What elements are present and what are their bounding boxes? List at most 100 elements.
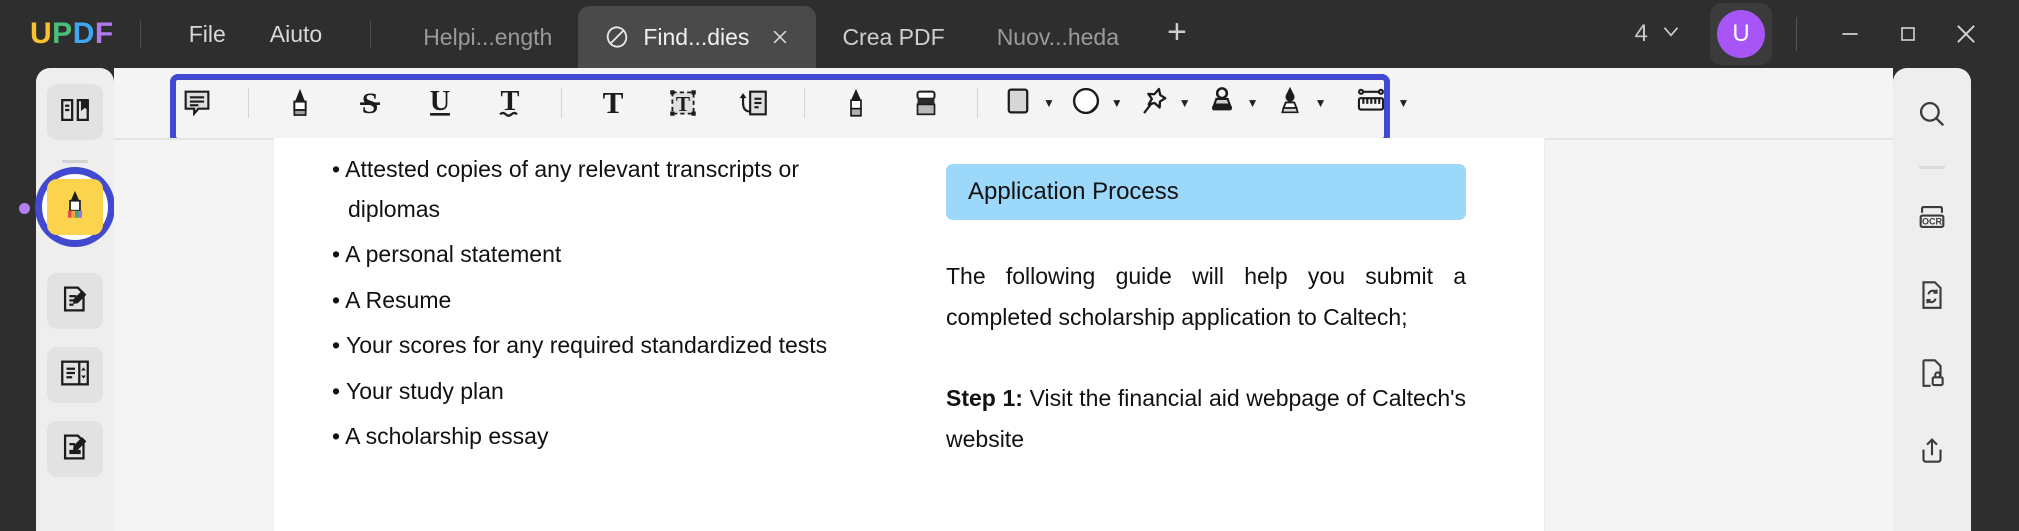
tab-label: Helpi...ength (423, 23, 553, 50)
fountain-pen-icon (1273, 84, 1307, 123)
tab-helping-length[interactable]: Helpi...ength (397, 6, 578, 68)
pin-tool[interactable]: ▼ (1137, 84, 1191, 123)
chevron-down-icon[interactable]: ▼ (1397, 97, 1409, 109)
app-logo[interactable]: U P D F (30, 17, 114, 51)
chevron-down-icon[interactable]: ▼ (1043, 97, 1055, 109)
paragraph: The following guide will help you submit… (946, 263, 1466, 330)
title-bar: U P D F File Aiuto Helpi...ength Find...… (0, 0, 2019, 68)
ocr-button[interactable]: OCR (1904, 191, 1960, 247)
squiggly-tool[interactable]: T (484, 80, 536, 126)
list-item: • Your scores for any required standardi… (332, 332, 828, 359)
sidebar-item-page-tools[interactable] (47, 347, 103, 403)
sidebar-item-comment[interactable] (19, 167, 115, 247)
convert-document-icon (1915, 278, 1949, 317)
signature-tool[interactable]: ▼ (1273, 84, 1327, 123)
sidebar-item-reader[interactable] (47, 84, 103, 140)
list-item: • A scholarship essay (332, 423, 549, 450)
stamp-icon (1205, 84, 1239, 123)
tab-count-value: 4 (1634, 20, 1648, 47)
pdf-page[interactable]: • Attested copies of any relevant transc… (274, 138, 1544, 531)
annotation-toolbar: S U T T T ▼ ▼ ▼ ▼ ▼ ▼ (114, 68, 1893, 144)
logo-letter-d: D (72, 17, 95, 50)
sticker-circle-icon (1069, 84, 1103, 123)
tab-count-group[interactable]: 4 (1635, 18, 1690, 51)
divider (62, 160, 88, 163)
step-text: Visit the financial aid webpage of Calte… (946, 384, 1467, 452)
chevron-down-icon[interactable]: ▼ (1111, 97, 1123, 109)
pushpin-icon (1137, 84, 1171, 123)
tab-find-studies[interactable]: Find...dies (578, 6, 817, 68)
svg-text:T: T (676, 92, 690, 116)
list-item: • Your study plan (332, 377, 504, 404)
updf-window: U P D F File Aiuto Helpi...ength Find...… (0, 0, 2019, 531)
minimize-button[interactable] (1821, 11, 1879, 57)
document-viewport[interactable]: • Attested copies of any relevant transc… (114, 138, 1893, 531)
stamp-tool[interactable]: ▼ (1205, 84, 1259, 123)
convert-button[interactable] (1904, 269, 1960, 325)
text-callout-tool[interactable] (727, 80, 779, 126)
ruler-measure-icon (1353, 84, 1389, 123)
logo-letter-u: U (30, 17, 53, 50)
share-button[interactable] (1904, 425, 1960, 481)
search-button[interactable] (1904, 88, 1960, 144)
tab-label: Crea PDF (842, 23, 945, 50)
bullet-text: • Attested copies of any relevant transc… (332, 156, 800, 182)
sidebar-item-edit-pdf[interactable] (47, 273, 103, 329)
chevron-down-icon[interactable]: ▼ (1315, 97, 1327, 109)
new-tab-button[interactable]: + (1145, 15, 1209, 49)
eraser-tool[interactable] (900, 80, 952, 126)
page-organize-icon (58, 356, 92, 395)
shape-tool[interactable]: ▼ (1001, 84, 1055, 123)
collapse-handle-dot[interactable] (19, 203, 30, 214)
tab-label: Nuov...heda (996, 23, 1120, 50)
highlighted-heading[interactable]: Application Process (946, 164, 1466, 220)
workspace: S U T T T ▼ ▼ ▼ ▼ ▼ ▼ • Attested copies … (0, 68, 2019, 531)
menu-file[interactable]: File (167, 13, 248, 56)
sticky-note-tool[interactable] (171, 80, 223, 126)
tab-nuova-scheda[interactable]: Nuov...heda (971, 6, 1145, 68)
bullet-text-wrap: diplomas (348, 195, 441, 222)
divider (561, 88, 562, 118)
divider (804, 88, 805, 118)
step-label: Step 1: (946, 384, 1023, 411)
close-window-button[interactable] (1937, 11, 1995, 57)
search-icon (1915, 97, 1949, 136)
document-left-column: • Attested copies of any relevant transc… (332, 150, 852, 463)
close-icon[interactable] (770, 27, 790, 47)
sticker-tool[interactable]: ▼ (1069, 84, 1123, 123)
svg-text:T: T (603, 86, 624, 120)
user-avatar-button[interactable]: U (1710, 3, 1772, 65)
document-pen-icon (58, 282, 92, 321)
document-lock-icon (1915, 356, 1949, 395)
measure-tool[interactable]: ▼ (1353, 84, 1409, 123)
share-upload-icon (1915, 434, 1949, 473)
chevron-down-icon[interactable] (1658, 18, 1684, 51)
list-item: • A personal statement (332, 241, 562, 268)
tab-crea-pdf[interactable]: Crea PDF (816, 6, 970, 68)
logo-letter-f: F (94, 17, 114, 50)
highlight-tool[interactable] (274, 80, 326, 126)
chevron-down-icon[interactable]: ▼ (1247, 97, 1259, 109)
svg-text:U: U (430, 86, 450, 117)
pencil-tool[interactable] (830, 80, 882, 126)
document-right-column: Application Process The following guide … (946, 164, 1466, 460)
sidebar-item-fill-sign[interactable] (47, 421, 103, 477)
ocr-icon: OCR (1914, 200, 1950, 239)
protect-button[interactable] (1904, 347, 1960, 403)
tab-label: Find...dies (643, 23, 750, 50)
maximize-button[interactable] (1879, 11, 1937, 57)
list-item: • A Resume (332, 286, 452, 313)
text-field-tool[interactable]: T (657, 80, 709, 126)
divider (139, 20, 141, 48)
main-area: S U T T T ▼ ▼ ▼ ▼ ▼ ▼ • Attested copies … (114, 68, 1893, 531)
pdf-slash-icon (604, 24, 630, 50)
menu-aiuto[interactable]: Aiuto (248, 13, 344, 56)
text-box-tool[interactable]: T (587, 80, 639, 126)
chevron-down-icon[interactable]: ▼ (1179, 97, 1191, 109)
svg-text:OCR: OCR (1922, 216, 1943, 226)
logo-letter-p: P (52, 17, 73, 50)
strikethrough-tool[interactable]: S (344, 80, 396, 126)
list-item: • Attested copies of any relevant transc… (332, 150, 852, 229)
divider (1919, 166, 1945, 169)
underline-tool[interactable]: U (414, 80, 466, 126)
